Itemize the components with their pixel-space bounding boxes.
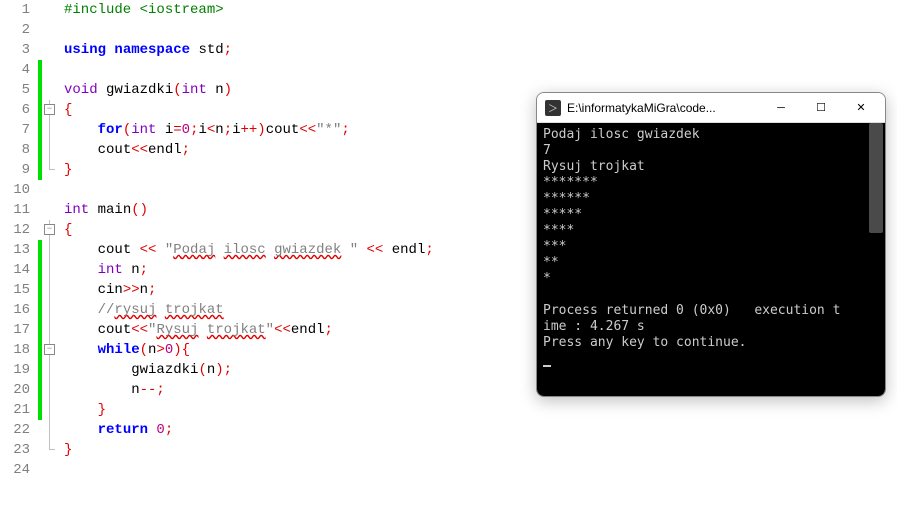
change-marker xyxy=(38,160,42,180)
line-number: 18 xyxy=(0,340,30,360)
code-line[interactable] xyxy=(64,20,897,40)
change-marker xyxy=(38,360,42,380)
line-number: 14 xyxy=(0,260,30,280)
change-marker xyxy=(38,240,42,260)
line-number: 16 xyxy=(0,300,30,320)
margin-row xyxy=(38,440,58,460)
console-icon: ＞ xyxy=(545,100,561,116)
code-line[interactable]: } xyxy=(64,400,897,420)
code-line[interactable] xyxy=(64,460,897,480)
line-number: 2 xyxy=(0,20,30,40)
code-line[interactable]: return 0; xyxy=(64,420,897,440)
margin-row xyxy=(38,20,58,40)
line-number: 3 xyxy=(0,40,30,60)
line-number: 6 xyxy=(0,100,30,120)
margin-row xyxy=(38,180,58,200)
margin-row xyxy=(38,380,58,400)
line-number: 10 xyxy=(0,180,30,200)
line-number: 21 xyxy=(0,400,30,420)
line-number: 19 xyxy=(0,360,30,380)
line-number: 23 xyxy=(0,440,30,460)
fold-toggle[interactable] xyxy=(44,224,55,235)
change-marker xyxy=(38,340,42,360)
console-window[interactable]: ＞ E:\informatykaMiGra\code... ─ ☐ ✕ Poda… xyxy=(536,92,886,397)
change-marker xyxy=(38,300,42,320)
change-marker xyxy=(38,60,42,80)
margin-row xyxy=(38,0,58,20)
change-marker xyxy=(38,140,42,160)
margin-row xyxy=(38,140,58,160)
line-number: 13 xyxy=(0,240,30,260)
margin-row xyxy=(38,40,58,60)
fold-toggle[interactable] xyxy=(44,344,55,355)
code-line[interactable] xyxy=(64,60,897,80)
line-number: 1 xyxy=(0,0,30,20)
close-button[interactable]: ✕ xyxy=(841,94,881,122)
margin-row xyxy=(38,460,58,480)
change-marker xyxy=(38,280,42,300)
line-number-gutter: 123456789101112131415161718192021222324 xyxy=(0,0,38,480)
line-number: 7 xyxy=(0,120,30,140)
margin-row xyxy=(38,60,58,80)
maximize-button[interactable]: ☐ xyxy=(801,94,841,122)
line-number: 17 xyxy=(0,320,30,340)
margin-row xyxy=(38,260,58,280)
line-number: 4 xyxy=(0,60,30,80)
line-number: 5 xyxy=(0,80,30,100)
line-number: 15 xyxy=(0,280,30,300)
margin-row xyxy=(38,400,58,420)
line-number: 8 xyxy=(0,140,30,160)
change-marker xyxy=(38,100,42,120)
margin-row xyxy=(38,160,58,180)
margin-row xyxy=(38,280,58,300)
console-output[interactable]: Podaj ilosc gwiazdek 7 Rysuj trojkat ***… xyxy=(537,123,885,396)
console-title: E:\informatykaMiGra\code... xyxy=(567,101,761,115)
line-number: 24 xyxy=(0,460,30,480)
margin-row xyxy=(38,420,58,440)
margin-row xyxy=(38,80,58,100)
line-number: 11 xyxy=(0,200,30,220)
line-number: 22 xyxy=(0,420,30,440)
margin-row xyxy=(38,120,58,140)
fold-margin xyxy=(38,0,58,480)
console-titlebar[interactable]: ＞ E:\informatykaMiGra\code... ─ ☐ ✕ xyxy=(537,93,885,123)
code-line[interactable]: #include <iostream> xyxy=(64,0,897,20)
terminal-cursor xyxy=(543,365,551,367)
line-number: 12 xyxy=(0,220,30,240)
margin-row xyxy=(38,100,58,120)
change-marker xyxy=(38,400,42,420)
margin-row xyxy=(38,320,58,340)
code-line[interactable]: } xyxy=(64,440,897,460)
code-line[interactable]: using namespace std; xyxy=(64,40,897,60)
margin-row xyxy=(38,240,58,260)
margin-row xyxy=(38,360,58,380)
change-marker xyxy=(38,380,42,400)
fold-toggle[interactable] xyxy=(44,104,55,115)
margin-row xyxy=(38,220,58,240)
change-marker xyxy=(38,120,42,140)
change-marker xyxy=(38,80,42,100)
line-number: 9 xyxy=(0,160,30,180)
margin-row xyxy=(38,300,58,320)
change-marker xyxy=(38,260,42,280)
line-number: 20 xyxy=(0,380,30,400)
change-marker xyxy=(38,320,42,340)
minimize-button[interactable]: ─ xyxy=(761,94,801,122)
console-scrollbar[interactable] xyxy=(869,123,883,233)
margin-row xyxy=(38,200,58,220)
margin-row xyxy=(38,340,58,360)
